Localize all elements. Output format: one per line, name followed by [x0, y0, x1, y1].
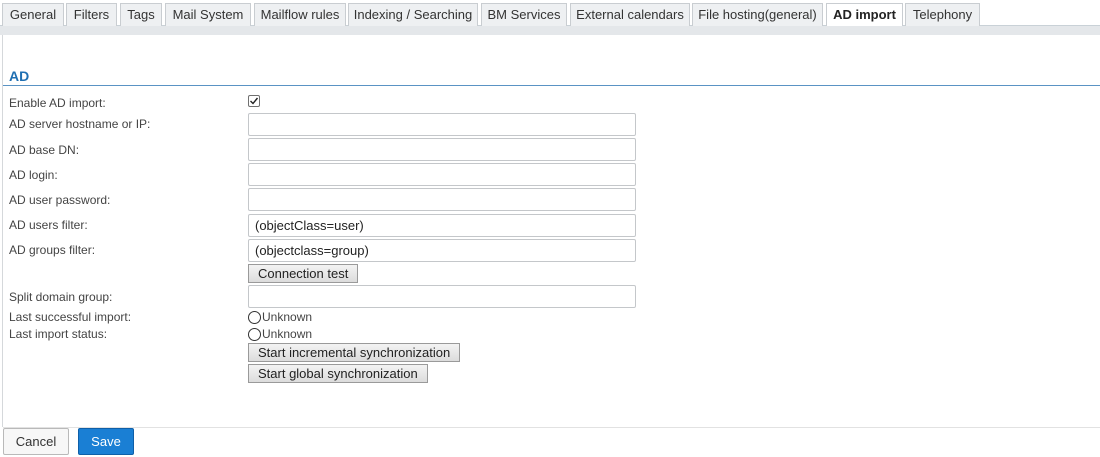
tab-ad-import[interactable]: AD import — [826, 3, 903, 27]
hostname-input[interactable] — [248, 113, 636, 136]
last-import-label: Last successful import: — [9, 310, 132, 324]
section-divider — [3, 85, 1100, 86]
groups-filter-label: AD groups filter: — [9, 243, 96, 257]
hostname-label: AD server hostname or IP: — [9, 117, 151, 131]
tab-mail-system[interactable]: Mail System — [165, 3, 251, 26]
tab-indexing-searching[interactable]: Indexing / Searching — [348, 3, 478, 26]
tab-tags[interactable]: Tags — [120, 3, 162, 26]
global-sync-button[interactable]: Start global synchronization — [248, 364, 428, 383]
enable-ad-import-label: Enable AD import: — [9, 96, 106, 110]
tab-filters[interactable]: Filters — [66, 3, 117, 26]
check-icon — [250, 97, 259, 105]
last-import-value: Unknown — [262, 310, 313, 324]
login-input[interactable] — [248, 163, 636, 186]
tab-bm-services[interactable]: BM Services — [481, 3, 567, 26]
login-label: AD login: — [9, 168, 58, 182]
base-dn-label: AD base DN: — [9, 143, 80, 157]
users-filter-input[interactable] — [248, 214, 636, 237]
tab-general[interactable]: General — [2, 3, 64, 26]
groups-filter-input[interactable] — [248, 239, 636, 262]
last-status-status: Unknown — [248, 327, 312, 341]
circle-icon — [248, 327, 261, 341]
enable-ad-import-checkbox[interactable] — [248, 95, 260, 107]
base-dn-input[interactable] — [248, 138, 636, 161]
tab-bar: General Filters Tags Mail System Mailflo… — [0, 0, 1100, 27]
last-status-value: Unknown — [262, 327, 313, 341]
split-domain-label: Split domain group: — [9, 290, 113, 304]
tab-file-hosting[interactable]: File hosting(general) — [692, 3, 823, 26]
cancel-button[interactable]: Cancel — [3, 428, 69, 455]
footer-divider — [3, 427, 1100, 428]
users-filter-label: AD users filter: — [9, 218, 88, 232]
save-button[interactable]: Save — [78, 428, 134, 455]
tab-external-calendars[interactable]: External calendars — [570, 3, 690, 26]
tab-content-band — [0, 26, 1100, 35]
panel-border — [2, 35, 3, 427]
last-status-label: Last import status: — [9, 327, 108, 341]
password-input[interactable] — [248, 188, 636, 211]
split-domain-input[interactable] — [248, 285, 636, 308]
circle-icon — [248, 310, 261, 324]
last-import-status: Unknown — [248, 310, 312, 324]
tab-mailflow-rules[interactable]: Mailflow rules — [254, 3, 346, 26]
tab-telephony[interactable]: Telephony — [905, 3, 980, 26]
section-title: AD — [9, 68, 30, 84]
incremental-sync-button[interactable]: Start incremental synchronization — [248, 343, 461, 362]
connection-test-button[interactable]: Connection test — [248, 264, 359, 283]
password-label: AD user password: — [9, 193, 111, 207]
